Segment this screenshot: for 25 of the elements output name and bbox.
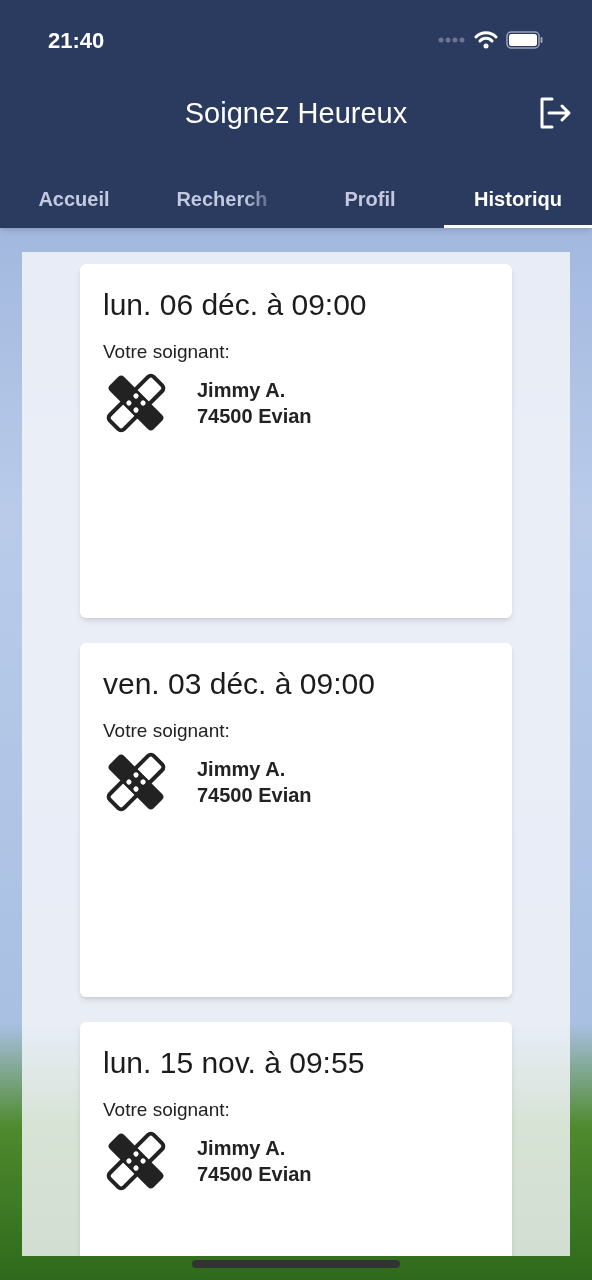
logout-icon[interactable] [538,96,572,130]
nav-tab[interactable]: Historiqu [444,172,592,228]
nav-tab[interactable]: Profil [296,172,444,228]
appointment-date: lun. 06 déc. à 09:00 [103,287,368,323]
caregiver-location: 74500 Evian [197,783,312,808]
caregiver-label: Votre soignant: [103,718,231,743]
wifi-icon [474,31,498,49]
nav-tab[interactable]: Accueil [0,172,148,228]
status-time: 21:40 [48,26,105,55]
battery-icon [506,31,544,49]
caregiver-name: Jimmy A. [197,1136,287,1161]
caregiver-label: Votre soignant: [103,339,231,364]
signal-icon [438,37,466,43]
appointment-card[interactable]: lun. 15 nov. à 09:55 Votre soignant: Jimmy A. 74500 Evian [80,1022,512,1256]
appointment-card[interactable]: lun. 06 déc. à 09:00 Votre soignant: Jimmy A. 74500 Evian [80,264,512,618]
appointment-date: lun. 15 nov. à 09:55 [103,1045,366,1081]
appointment-card[interactable]: ven. 03 déc. à 09:00 Votre soignant: Jimmy A. 74500 Evian [80,643,512,997]
caregiver-name: Jimmy A. [197,757,287,782]
caregiver-location: 74500 Evian [197,404,312,429]
caregiver-name: Jimmy A. [197,378,287,403]
app-title: Soignez Heureux [184,96,408,132]
appointment-date: ven. 03 déc. à 09:00 [103,666,376,702]
nav-tab[interactable]: Recherch [148,172,296,228]
caregiver-location: 74500 Evian [197,1162,312,1187]
caregiver-label: Votre soignant: [103,1097,231,1122]
